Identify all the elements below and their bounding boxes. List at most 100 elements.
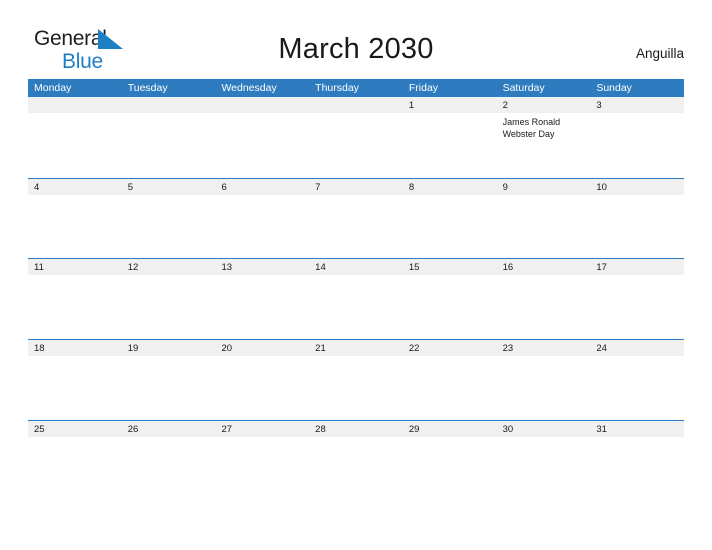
day-events xyxy=(497,438,591,441)
calendar-day-cell-empty xyxy=(309,97,403,178)
calendar-day-cell[interactable]: 7 xyxy=(309,178,403,259)
day-number: 25 xyxy=(34,423,45,435)
calendar-day-cell[interactable]: 8 xyxy=(402,178,497,259)
day-number-band: 21 xyxy=(309,340,403,358)
day-number-band: 3 xyxy=(590,97,685,114)
day-events xyxy=(403,357,497,360)
weekday-header-friday: Friday xyxy=(408,82,439,94)
day-events xyxy=(590,438,684,441)
calendar-day-cell[interactable]: 9 xyxy=(496,178,591,259)
calendar-day-cell[interactable]: 30 xyxy=(496,420,591,501)
day-events xyxy=(497,276,591,279)
calendar-day-cell[interactable]: 22 xyxy=(402,340,497,420)
day-number: 11 xyxy=(34,262,44,274)
day-events xyxy=(497,357,591,360)
calendar-day-cell[interactable]: 27 xyxy=(215,420,310,501)
calendar-day-cell[interactable]: 29 xyxy=(402,420,497,501)
calendar-day-cell[interactable]: 2 James Ronald Webster Day xyxy=(496,97,591,178)
calendar-day-cell[interactable]: 20 xyxy=(215,340,310,420)
day-number: 13 xyxy=(221,262,233,274)
day-number-band: 4 xyxy=(28,178,122,196)
day-events xyxy=(215,114,309,117)
day-number: 12 xyxy=(127,262,139,274)
day-number-band xyxy=(28,97,122,114)
calendar-day-cell[interactable]: 23 xyxy=(496,340,591,420)
day-number-band: 24 xyxy=(590,340,685,358)
day-number-band: 26 xyxy=(121,420,216,438)
calendar-day-cell[interactable]: 10 xyxy=(590,178,685,259)
day-number-band: 16 xyxy=(496,259,591,277)
day-number-band: 28 xyxy=(309,420,403,438)
calendar-day-cell[interactable]: 24 xyxy=(590,340,685,420)
day-number: 19 xyxy=(127,343,139,355)
day-number: 21 xyxy=(315,343,326,355)
day-number: 8 xyxy=(408,181,415,193)
weekday-header-saturday: Saturday xyxy=(502,82,545,94)
day-number-band: 9 xyxy=(496,178,591,196)
day-number: 9 xyxy=(502,181,508,193)
day-number-band: 2 xyxy=(496,97,591,114)
calendar-day-cell[interactable]: 13 xyxy=(215,259,310,340)
day-events xyxy=(590,114,684,117)
calendar-day-cell[interactable]: 26 xyxy=(121,420,216,501)
calendar-day-cell-empty xyxy=(121,97,216,178)
calendar-day-cell-empty xyxy=(215,97,310,178)
calendar-day-cell[interactable]: 12 xyxy=(121,259,216,340)
day-events xyxy=(215,357,309,360)
day-events xyxy=(403,196,497,199)
day-events xyxy=(122,276,216,279)
calendar-day-cell[interactable]: 28 xyxy=(309,420,403,501)
calendar-day-cell[interactable]: 14 xyxy=(309,259,403,340)
day-events xyxy=(590,357,684,360)
calendar-day-cell[interactable]: 25 xyxy=(28,420,122,501)
calendar-day-cell[interactable]: 1 xyxy=(402,97,497,178)
day-number-band: 7 xyxy=(309,178,403,196)
calendar-day-cell[interactable]: 18 xyxy=(28,340,122,420)
day-events xyxy=(590,276,684,279)
day-number: 26 xyxy=(127,423,139,435)
day-number-band: 19 xyxy=(121,340,216,358)
day-events xyxy=(122,438,216,441)
day-number: 10 xyxy=(596,181,607,193)
calendar-day-cell[interactable]: 3 xyxy=(590,97,685,178)
calendar-week-row: 1 2 James Ronald Webster Day 3 xyxy=(28,97,685,178)
day-number: 16 xyxy=(502,262,514,274)
day-events xyxy=(309,276,403,279)
day-number-band: 18 xyxy=(28,340,122,358)
day-number: 6 xyxy=(221,181,227,193)
day-events xyxy=(28,357,122,360)
calendar-day-cell[interactable]: 11 xyxy=(28,259,122,340)
day-number: 2 xyxy=(502,100,508,111)
day-number: 14 xyxy=(315,262,326,274)
day-number: 23 xyxy=(502,343,514,355)
day-events xyxy=(309,357,403,360)
weekday-header-tuesday: Tuesday xyxy=(127,82,168,94)
calendar-day-cell[interactable]: 4 xyxy=(28,178,122,259)
day-events xyxy=(28,114,122,117)
day-number-band: 15 xyxy=(402,259,497,277)
calendar-day-cell[interactable]: 15 xyxy=(402,259,497,340)
day-events xyxy=(590,196,684,199)
day-number-band: 12 xyxy=(121,259,216,277)
day-events xyxy=(309,438,403,441)
calendar-day-cell[interactable]: 5 xyxy=(121,178,216,259)
calendar-day-cell[interactable]: 17 xyxy=(590,259,685,340)
region-label: Anguilla xyxy=(635,46,684,61)
day-number-band: 13 xyxy=(215,259,310,277)
calendar-day-cell[interactable]: 6 xyxy=(215,178,310,259)
day-number-band: 17 xyxy=(590,259,685,277)
day-events xyxy=(28,196,122,199)
day-number: 18 xyxy=(34,343,45,355)
day-events xyxy=(28,276,122,279)
calendar-day-cell[interactable]: 31 xyxy=(590,420,685,501)
calendar-day-cell[interactable]: 19 xyxy=(121,340,216,420)
day-number-band: 14 xyxy=(309,259,403,277)
day-events xyxy=(309,196,403,199)
day-number: 15 xyxy=(408,262,420,274)
day-number: 20 xyxy=(221,343,233,355)
day-number-band: 29 xyxy=(402,420,497,438)
weekday-header-row: Monday Tuesday Wednesday Thursday Friday Satu… xyxy=(28,79,684,97)
calendar-day-cell[interactable]: 21 xyxy=(309,340,403,420)
day-number-band: 27 xyxy=(215,420,310,438)
calendar-day-cell[interactable]: 16 xyxy=(496,259,591,340)
